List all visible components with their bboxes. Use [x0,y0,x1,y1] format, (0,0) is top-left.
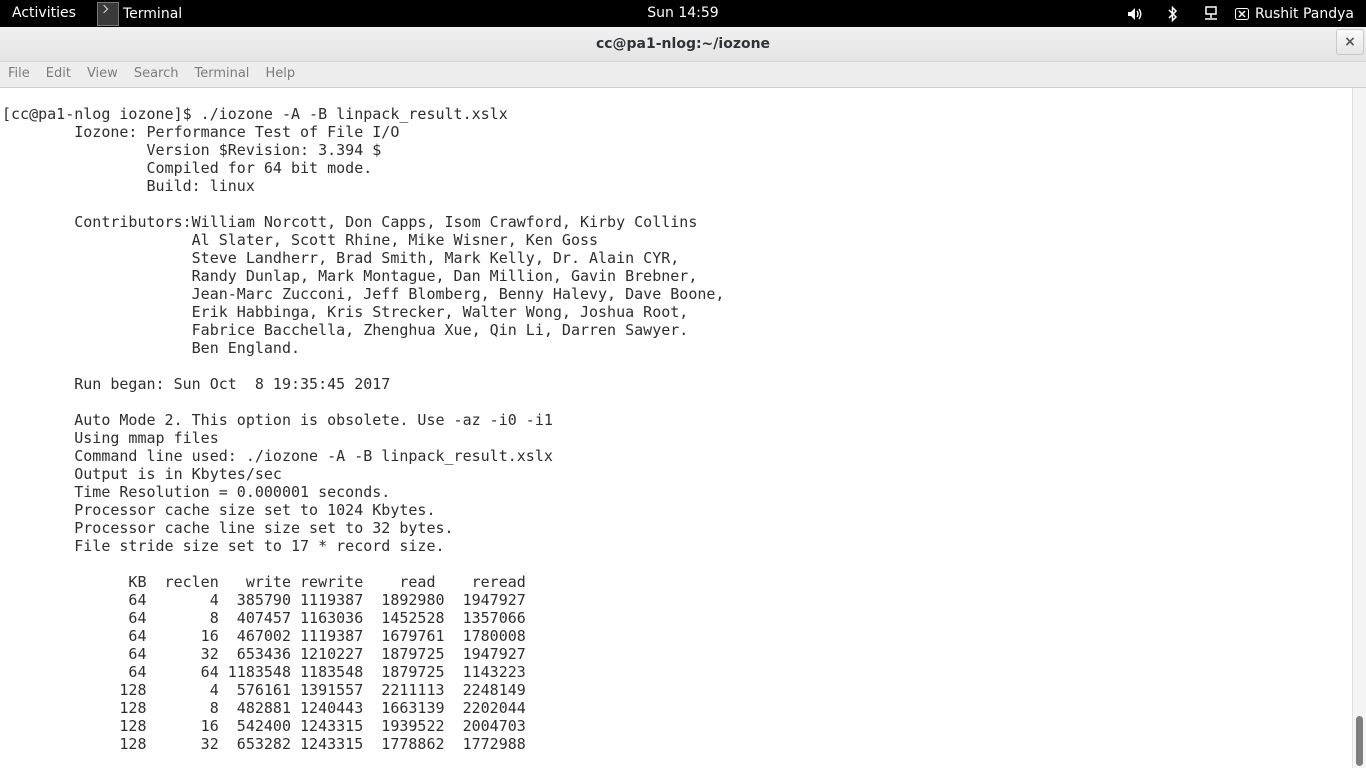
terminal-line: 128 16 542400 1243315 1939522 2004703 [2,717,526,735]
terminal-line: Contributors:William Norcott, Don Capps,… [2,213,698,231]
terminal-line: 64 32 653436 1210227 1879725 1947927 [2,645,526,663]
terminal-line: Randy Dunlap, Mark Montague, Dan Million… [2,267,698,285]
terminal-line: Processor cache line size set to 32 byte… [2,519,454,537]
terminal-line: 64 4 385790 1119387 1892980 1947927 [2,591,526,609]
terminal-app-icon [97,1,119,26]
app-menu-label: Terminal [123,5,183,22]
terminal-line: 64 16 467002 1119387 1679761 1780008 [2,627,526,645]
menu-help[interactable]: Help [257,62,303,87]
terminal-line: 128 32 653282 1243315 1778862 1772988 [2,735,526,753]
terminal-line: 64 64 1183548 1183548 1879725 1143223 [2,663,526,681]
user-icon [1235,7,1250,20]
close-icon: × [1344,34,1356,50]
terminal-line: Command line used: ./iozone -A -B linpac… [2,447,553,465]
terminal-text: [cc@pa1-nlog iozone]$ ./iozone -A -B lin… [2,105,724,753]
terminal-line: Auto Mode 2. This option is obsolete. Us… [2,411,553,429]
terminal-line: Using mmap files [2,429,219,447]
terminal-line: 128 4 576161 1391557 2211113 2248149 [2,681,526,699]
network-icon[interactable] [1199,0,1223,27]
terminal-line: Time Resolution = 0.000001 seconds. [2,483,391,501]
terminal-line: [cc@pa1-nlog iozone]$ ./iozone -A -B lin… [2,105,508,123]
user-menu[interactable]: Rushit Pandya [1235,6,1354,22]
terminal-line: Ben England. [2,339,301,357]
bluetooth-icon[interactable] [1161,0,1185,27]
terminal-line: Jean-Marc Zucconi, Jeff Blomberg, Benny … [2,285,725,303]
terminal-line: File stride size set to 17 * record size… [2,537,445,555]
menu-search[interactable]: Search [126,62,187,87]
terminal-line: Steve Landherr, Brad Smith, Mark Kelly, … [2,249,680,267]
terminal-line: Erik Habbinga, Kris Strecker, Walter Won… [2,303,689,321]
terminal-line: Compiled for 64 bit mode. [2,159,373,177]
menu-bar: File Edit View Search Terminal Help [0,62,1366,88]
scrollbar-thumb[interactable] [1356,716,1363,766]
terminal-scrollbar[interactable] [1352,88,1366,768]
terminal-line: Al Slater, Scott Rhine, Mike Wisner, Ken… [2,231,599,249]
window-title: cc@pa1-nlog:~/iozone [595,36,771,52]
app-menu[interactable]: Terminal [97,0,182,27]
terminal-line: Output is in Kbytes/sec [2,465,282,483]
volume-icon[interactable] [1123,0,1147,27]
close-button[interactable]: × [1336,29,1364,55]
menu-edit[interactable]: Edit [38,62,79,87]
menu-terminal[interactable]: Terminal [186,62,257,87]
terminal-line: 128 8 482881 1240443 1663139 2202044 [2,699,526,717]
terminal-line: Processor cache size set to 1024 Kbytes. [2,501,436,519]
terminal-line: Run began: Sun Oct 8 19:35:45 2017 [2,375,391,393]
terminal-line: Iozone: Performance Test of File I/O [2,123,400,141]
top-bar: Activities Terminal Sun 14:59 Rushit Pan… [0,0,1366,27]
terminal-line: Version $Revision: 3.394 $ [2,141,382,159]
terminal-line: Fabrice Bacchella, Zhenghua Xue, Qin Li,… [2,321,689,339]
activities-button[interactable]: Activities [12,5,76,21]
terminal-line: KB reclen write rewrite read reread [2,573,526,591]
menu-view[interactable]: View [79,62,126,87]
terminal-line: 64 8 407457 1163036 1452528 1357066 [2,609,526,627]
window-titlebar[interactable]: cc@pa1-nlog:~/iozone × [0,27,1366,62]
terminal-line: Build: linux [2,177,255,195]
terminal-output[interactable]: [cc@pa1-nlog iozone]$ ./iozone -A -B lin… [0,88,1352,768]
menu-file[interactable]: File [0,62,38,87]
system-tray: Rushit Pandya [1109,0,1354,27]
user-name: Rushit Pandya [1255,5,1354,22]
clock[interactable]: Sun 14:59 [647,5,718,21]
